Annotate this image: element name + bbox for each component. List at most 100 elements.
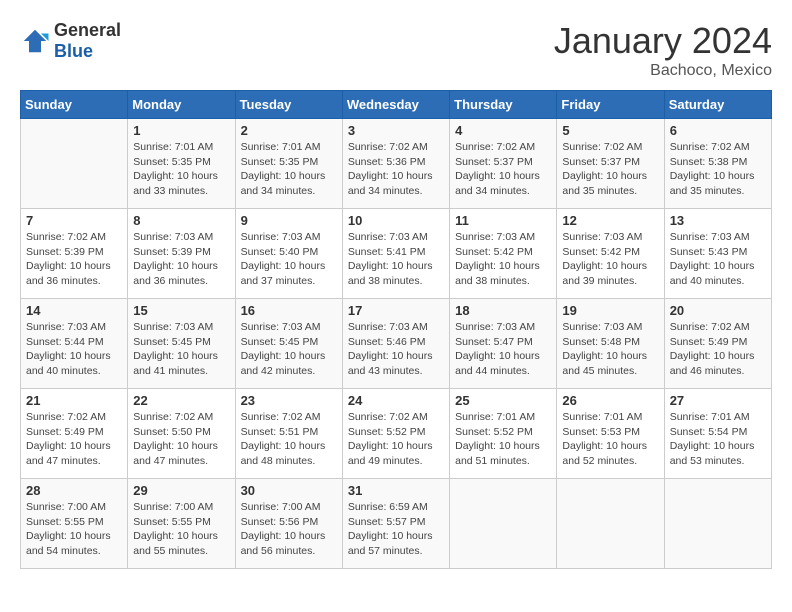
day-info: Sunrise: 7:03 AM Sunset: 5:48 PM Dayligh…: [562, 320, 658, 379]
calendar-cell: [21, 119, 128, 209]
day-number: 24: [348, 393, 444, 408]
day-number: 11: [455, 213, 551, 228]
day-number: 10: [348, 213, 444, 228]
day-info: Sunrise: 7:03 AM Sunset: 5:47 PM Dayligh…: [455, 320, 551, 379]
day-number: 18: [455, 303, 551, 318]
day-info: Sunrise: 7:02 AM Sunset: 5:52 PM Dayligh…: [348, 410, 444, 469]
day-number: 13: [670, 213, 766, 228]
calendar-cell: 12 Sunrise: 7:03 AM Sunset: 5:42 PM Dayli…: [557, 209, 664, 299]
day-info: Sunrise: 7:02 AM Sunset: 5:37 PM Dayligh…: [562, 140, 658, 199]
weekday-header-saturday: Saturday: [664, 91, 771, 119]
day-info: Sunrise: 7:01 AM Sunset: 5:53 PM Dayligh…: [562, 410, 658, 469]
day-number: 2: [241, 123, 337, 138]
calendar-cell: 31 Sunrise: 6:59 AM Sunset: 5:57 PM Dayli…: [342, 479, 449, 569]
day-info: Sunrise: 7:02 AM Sunset: 5:49 PM Dayligh…: [670, 320, 766, 379]
day-info: Sunrise: 6:59 AM Sunset: 5:57 PM Dayligh…: [348, 500, 444, 559]
day-number: 15: [133, 303, 229, 318]
calendar-header: SundayMondayTuesdayWednesdayThursdayFrid…: [21, 91, 772, 119]
weekday-header-row: SundayMondayTuesdayWednesdayThursdayFrid…: [21, 91, 772, 119]
day-number: 19: [562, 303, 658, 318]
day-info: Sunrise: 7:02 AM Sunset: 5:50 PM Dayligh…: [133, 410, 229, 469]
day-number: 7: [26, 213, 122, 228]
calendar-cell: 29 Sunrise: 7:00 AM Sunset: 5:55 PM Dayli…: [128, 479, 235, 569]
day-number: 29: [133, 483, 229, 498]
day-number: 22: [133, 393, 229, 408]
weekday-header-monday: Monday: [128, 91, 235, 119]
calendar-cell: 1Sunrise: 7:01 AM Sunset: 5:35 PM Daylig…: [128, 119, 235, 209]
calendar-table: SundayMondayTuesdayWednesdayThursdayFrid…: [20, 90, 772, 569]
calendar-cell: 11 Sunrise: 7:03 AM Sunset: 5:42 PM Dayli…: [450, 209, 557, 299]
calendar-cell: 18 Sunrise: 7:03 AM Sunset: 5:47 PM Dayli…: [450, 299, 557, 389]
day-number: 26: [562, 393, 658, 408]
day-info: Sunrise: 7:03 AM Sunset: 5:42 PM Dayligh…: [455, 230, 551, 289]
day-info: Sunrise: 7:02 AM Sunset: 5:51 PM Dayligh…: [241, 410, 337, 469]
calendar-cell: 14 Sunrise: 7:03 AM Sunset: 5:44 PM Dayli…: [21, 299, 128, 389]
calendar-cell: [450, 479, 557, 569]
day-number: 12: [562, 213, 658, 228]
calendar-cell: 22 Sunrise: 7:02 AM Sunset: 5:50 PM Dayli…: [128, 389, 235, 479]
day-info: Sunrise: 7:02 AM Sunset: 5:49 PM Dayligh…: [26, 410, 122, 469]
day-info: Sunrise: 7:03 AM Sunset: 5:43 PM Dayligh…: [670, 230, 766, 289]
logo-icon: [20, 26, 50, 56]
day-number: 17: [348, 303, 444, 318]
calendar-cell: 8 Sunrise: 7:03 AM Sunset: 5:39 PM Daylig…: [128, 209, 235, 299]
logo: General Blue: [20, 20, 121, 62]
day-info: Sunrise: 7:03 AM Sunset: 5:39 PM Dayligh…: [133, 230, 229, 289]
location-text: Bachoco, Mexico: [554, 62, 772, 80]
logo-text: General Blue: [54, 20, 121, 62]
calendar-week-row: 28 Sunrise: 7:00 AM Sunset: 5:55 PM Dayli…: [21, 479, 772, 569]
calendar-cell: 30 Sunrise: 7:00 AM Sunset: 5:56 PM Dayli…: [235, 479, 342, 569]
calendar-cell: 28 Sunrise: 7:00 AM Sunset: 5:55 PM Dayli…: [21, 479, 128, 569]
day-number: 16: [241, 303, 337, 318]
title-area: January 2024 Bachoco, Mexico: [554, 20, 772, 80]
day-info: Sunrise: 7:02 AM Sunset: 5:39 PM Dayligh…: [26, 230, 122, 289]
calendar-cell: 9Sunrise: 7:03 AM Sunset: 5:40 PM Daylig…: [235, 209, 342, 299]
day-info: Sunrise: 7:02 AM Sunset: 5:37 PM Dayligh…: [455, 140, 551, 199]
day-info: Sunrise: 7:03 AM Sunset: 5:42 PM Dayligh…: [562, 230, 658, 289]
calendar-cell: 25Sunrise: 7:01 AM Sunset: 5:52 PM Dayli…: [450, 389, 557, 479]
day-info: Sunrise: 7:00 AM Sunset: 5:56 PM Dayligh…: [241, 500, 337, 559]
weekday-header-sunday: Sunday: [21, 91, 128, 119]
calendar-cell: 20 Sunrise: 7:02 AM Sunset: 5:49 PM Dayli…: [664, 299, 771, 389]
day-number: 25: [455, 393, 551, 408]
day-info: Sunrise: 7:03 AM Sunset: 5:44 PM Dayligh…: [26, 320, 122, 379]
calendar-week-row: 14 Sunrise: 7:03 AM Sunset: 5:44 PM Dayli…: [21, 299, 772, 389]
weekday-header-friday: Friday: [557, 91, 664, 119]
calendar-cell: 19 Sunrise: 7:03 AM Sunset: 5:48 PM Dayli…: [557, 299, 664, 389]
day-info: Sunrise: 7:00 AM Sunset: 5:55 PM Dayligh…: [26, 500, 122, 559]
calendar-cell: 7 Sunrise: 7:02 AM Sunset: 5:39 PM Daylig…: [21, 209, 128, 299]
day-info: Sunrise: 7:03 AM Sunset: 5:45 PM Dayligh…: [133, 320, 229, 379]
day-number: 14: [26, 303, 122, 318]
day-info: Sunrise: 7:03 AM Sunset: 5:45 PM Dayligh…: [241, 320, 337, 379]
calendar-cell: 2 Sunrise: 7:01 AM Sunset: 5:35 PM Daylig…: [235, 119, 342, 209]
calendar-cell: 21Sunrise: 7:02 AM Sunset: 5:49 PM Dayli…: [21, 389, 128, 479]
day-number: 6: [670, 123, 766, 138]
day-number: 9: [241, 213, 337, 228]
calendar-body: 1Sunrise: 7:01 AM Sunset: 5:35 PM Daylig…: [21, 119, 772, 569]
logo-blue-text: Blue: [54, 41, 121, 62]
day-number: 31: [348, 483, 444, 498]
day-number: 30: [241, 483, 337, 498]
day-number: 4: [455, 123, 551, 138]
calendar-cell: 15 Sunrise: 7:03 AM Sunset: 5:45 PM Dayli…: [128, 299, 235, 389]
calendar-cell: 23 Sunrise: 7:02 AM Sunset: 5:51 PM Dayli…: [235, 389, 342, 479]
calendar-cell: 6Sunrise: 7:02 AM Sunset: 5:38 PM Daylig…: [664, 119, 771, 209]
calendar-week-row: 1Sunrise: 7:01 AM Sunset: 5:35 PM Daylig…: [21, 119, 772, 209]
calendar-cell: 17Sunrise: 7:03 AM Sunset: 5:46 PM Dayli…: [342, 299, 449, 389]
day-number: 20: [670, 303, 766, 318]
weekday-header-thursday: Thursday: [450, 91, 557, 119]
weekday-header-wednesday: Wednesday: [342, 91, 449, 119]
month-title: January 2024: [554, 20, 772, 62]
calendar-week-row: 21Sunrise: 7:02 AM Sunset: 5:49 PM Dayli…: [21, 389, 772, 479]
calendar-cell: 4 Sunrise: 7:02 AM Sunset: 5:37 PM Daylig…: [450, 119, 557, 209]
calendar-cell: [557, 479, 664, 569]
calendar-cell: 3Sunrise: 7:02 AM Sunset: 5:36 PM Daylig…: [342, 119, 449, 209]
day-info: Sunrise: 7:00 AM Sunset: 5:55 PM Dayligh…: [133, 500, 229, 559]
day-info: Sunrise: 7:02 AM Sunset: 5:36 PM Dayligh…: [348, 140, 444, 199]
day-number: 28: [26, 483, 122, 498]
calendar-cell: 16 Sunrise: 7:03 AM Sunset: 5:45 PM Dayli…: [235, 299, 342, 389]
weekday-header-tuesday: Tuesday: [235, 91, 342, 119]
day-number: 8: [133, 213, 229, 228]
day-info: Sunrise: 7:01 AM Sunset: 5:35 PM Dayligh…: [241, 140, 337, 199]
day-number: 23: [241, 393, 337, 408]
